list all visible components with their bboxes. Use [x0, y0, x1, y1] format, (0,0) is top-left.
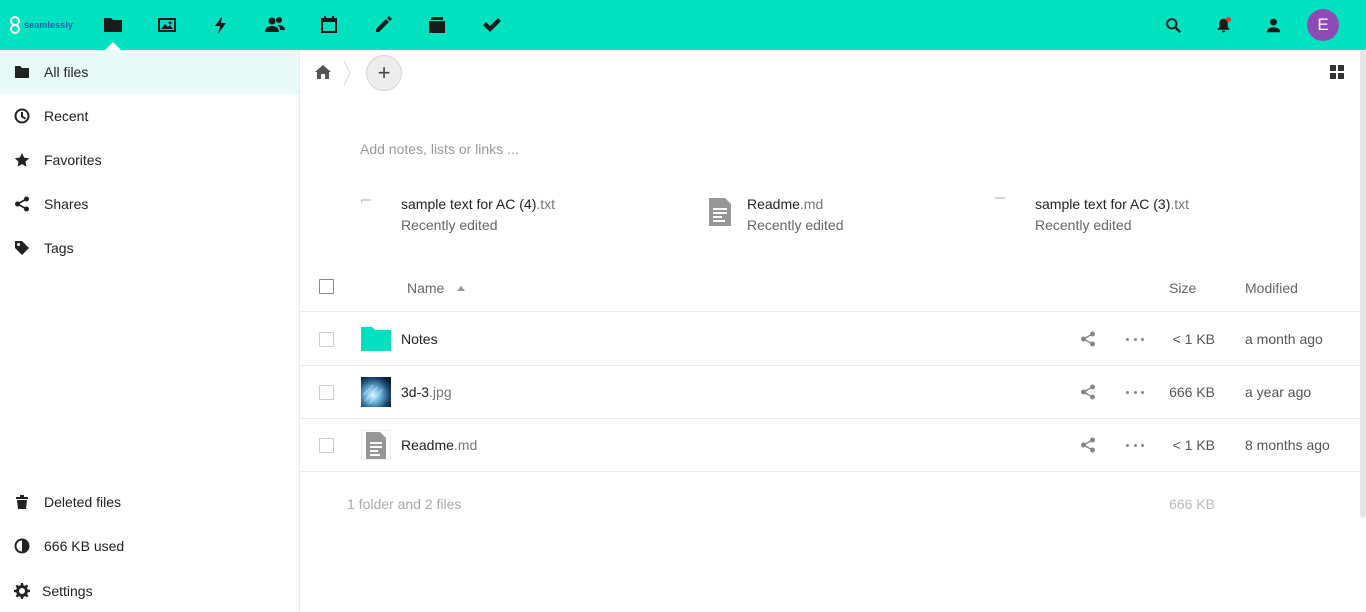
main-content: + Add notes, lists or links ... sample t…	[300, 50, 1360, 612]
table-row[interactable]: Readme.md < 1 KB 8 months ago	[300, 419, 1360, 472]
recent-file-status: Recently edited	[1035, 217, 1132, 233]
sidebar-item-recent[interactable]: Recent	[0, 94, 299, 138]
file-name[interactable]: 3d-3.jpg	[401, 384, 452, 400]
app-contacts-icon[interactable]	[263, 13, 287, 37]
text-file-icon	[361, 430, 391, 460]
column-modified[interactable]: Modified	[1245, 280, 1298, 296]
app-logo[interactable]: seamlessly	[8, 14, 73, 36]
folder-icon	[13, 63, 31, 81]
file-modified: 8 months ago	[1245, 437, 1330, 453]
app-calendar-icon[interactable]	[317, 13, 341, 37]
sidebar-item-all-files[interactable]: All files	[0, 50, 299, 94]
sidebar-item-label: Shares	[44, 196, 89, 212]
quota-label: 666 KB used	[44, 538, 125, 554]
row-checkbox[interactable]	[319, 438, 334, 453]
folder-icon	[361, 327, 391, 351]
logo-text: seamlessly	[24, 20, 74, 30]
app-activity-icon[interactable]	[209, 13, 233, 37]
file-name[interactable]: Notes	[401, 331, 438, 347]
file-summary: 1 folder and 2 files	[347, 496, 462, 512]
top-header: seamlessly E	[0, 0, 1366, 50]
table-row[interactable]: 3d-3.jpg 666 KB a year ago	[300, 366, 1360, 419]
recent-file-card[interactable]: sample text for AC (4).txt Recently edit…	[361, 194, 661, 238]
sidebar-item-quota[interactable]: 666 KB used	[0, 524, 299, 568]
bell-icon[interactable]	[1211, 13, 1235, 37]
user-avatar[interactable]: E	[1307, 9, 1339, 41]
recent-file-status: Recently edited	[401, 217, 498, 233]
notification-dot	[1226, 17, 1231, 22]
grid-view-icon[interactable]	[1330, 65, 1344, 79]
sidebar-item-shares[interactable]: Shares	[0, 182, 299, 226]
recent-file-name: sample text for AC (3).txt	[1035, 196, 1190, 212]
share-icon[interactable]	[1080, 331, 1096, 347]
text-preview-thumbnail	[361, 199, 371, 203]
app-deck-icon[interactable]	[425, 13, 449, 37]
share-icon[interactable]	[1080, 437, 1096, 453]
sidebar: All files Recent Favorites Shares Tags D…	[0, 50, 300, 612]
row-checkbox[interactable]	[319, 385, 334, 400]
file-modified: a year ago	[1245, 384, 1312, 400]
search-icon[interactable]	[1161, 13, 1185, 37]
app-files-icon[interactable]	[101, 13, 125, 37]
file-name[interactable]: Readme.md	[401, 437, 477, 453]
share-icon[interactable]	[1080, 384, 1096, 400]
file-size: < 1 KB	[1172, 331, 1215, 347]
gear-icon	[13, 582, 31, 600]
contacts-menu-icon[interactable]	[1261, 13, 1285, 37]
row-checkbox[interactable]	[319, 332, 334, 347]
column-size[interactable]: Size	[1169, 280, 1196, 296]
sidebar-item-label: All files	[44, 64, 89, 80]
sort-ascending-icon	[457, 286, 465, 291]
sidebar-item-label: Deleted files	[44, 494, 122, 510]
app-photos-icon[interactable]	[155, 13, 179, 37]
table-row[interactable]: Notes < 1 KB a month ago	[300, 313, 1360, 366]
quota-pie-icon	[13, 537, 31, 555]
logo-icon	[10, 16, 20, 34]
clock-icon	[13, 107, 31, 125]
column-name[interactable]: Name	[407, 280, 444, 296]
text-file-icon	[709, 198, 731, 226]
text-preview-thumbnail	[995, 197, 1005, 199]
home-icon[interactable]	[314, 64, 332, 80]
more-actions-icon[interactable]	[1126, 437, 1144, 453]
file-size: 666 KB	[1169, 384, 1215, 400]
recent-file-card[interactable]: Readme.md Recently edited	[707, 194, 987, 238]
more-actions-icon[interactable]	[1126, 331, 1144, 347]
sidebar-item-tags[interactable]: Tags	[0, 226, 299, 270]
breadcrumb-separator-icon	[343, 60, 351, 86]
sidebar-item-deleted-files[interactable]: Deleted files	[0, 480, 299, 524]
more-actions-icon[interactable]	[1126, 384, 1144, 400]
tag-icon	[13, 239, 31, 257]
file-modified: a month ago	[1245, 331, 1323, 347]
trash-icon	[13, 493, 31, 511]
folder-notes-input[interactable]: Add notes, lists or links ...	[360, 141, 519, 157]
sidebar-item-label: Favorites	[44, 152, 102, 168]
recent-file-name: sample text for AC (4).txt	[401, 196, 556, 212]
image-thumbnail	[361, 377, 391, 407]
share-icon	[13, 195, 31, 213]
recent-file-name: Readme.md	[747, 196, 824, 212]
recent-file-status: Recently edited	[747, 217, 844, 233]
sidebar-item-label: Recent	[44, 108, 89, 124]
app-tasks-icon[interactable]	[479, 13, 503, 37]
sidebar-item-favorites[interactable]: Favorites	[0, 138, 299, 182]
recent-file-card[interactable]: sample text for AC (3).txt Recently edit…	[995, 194, 1295, 238]
vertical-scrollbar[interactable]	[1360, 50, 1366, 518]
file-table-header: Name Size Modified	[300, 262, 1360, 312]
new-file-button[interactable]: +	[366, 55, 402, 91]
active-app-indicator	[105, 42, 121, 50]
total-size: 666 KB	[1169, 496, 1215, 512]
sidebar-item-label: Settings	[42, 583, 93, 599]
sidebar-item-label: Tags	[44, 240, 74, 256]
app-notes-icon[interactable]	[371, 13, 395, 37]
sidebar-item-settings[interactable]: Settings	[0, 569, 299, 612]
star-icon	[13, 151, 31, 169]
select-all-checkbox[interactable]	[319, 279, 334, 294]
file-size: < 1 KB	[1172, 437, 1215, 453]
